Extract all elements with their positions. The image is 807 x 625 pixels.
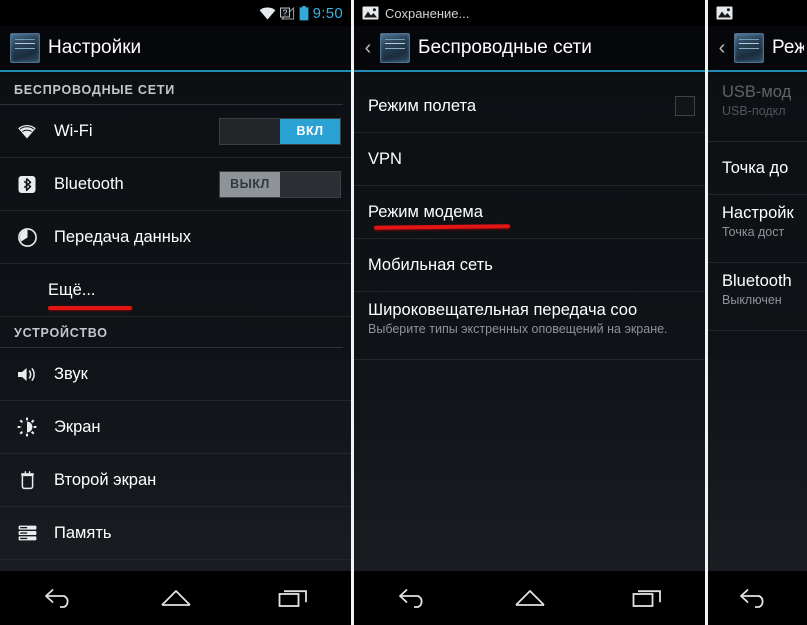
settings-row-label: Широковещательная передача соо Выберите …	[368, 301, 695, 338]
status-bar-notification-text: Сохранение...	[385, 5, 470, 21]
battery-icon	[299, 5, 309, 21]
settings-row-label: Настройк Точка дост	[722, 204, 800, 241]
section-header-wireless: БЕСПРОВОДНЫЕ СЕТИ	[0, 74, 343, 105]
wifi-icon	[259, 7, 276, 20]
navigation-bar[interactable]	[708, 571, 807, 625]
settings-row-bluetooth[interactable]: Bluetooth ВЫКЛ	[0, 158, 351, 211]
second-screen-icon	[14, 470, 40, 490]
back-chevron-icon[interactable]: ‹	[714, 38, 730, 58]
settings-row-wifi[interactable]: Wi-Fi ВКЛ	[0, 105, 351, 158]
red-underline-annotation-more	[48, 306, 132, 310]
settings-row-label: Bluetooth Выключен	[722, 272, 800, 309]
tethering-settings-list[interactable]: USB-мод USB-подкл Точка до Настройк Точк…	[708, 74, 807, 571]
phone-screen-tethering: ‹ Режим USB-мод USB-подкл Точка до Настр…	[705, 0, 807, 625]
status-bar: ? 9:50	[0, 0, 351, 26]
settings-row-label: VPN	[368, 149, 402, 168]
settings-row-label: Режим модема	[368, 202, 483, 221]
recents-icon[interactable]	[619, 578, 675, 618]
settings-row-label: Звук	[54, 364, 88, 383]
settings-row-hotspot-settings[interactable]: Настройк Точка дост	[708, 195, 807, 263]
status-bar-clock: 9:50	[312, 4, 343, 22]
signal-unknown-icon: ?	[279, 6, 295, 20]
settings-row-label: Bluetooth	[54, 174, 124, 193]
settings-row-subtitle: Точка дост	[722, 225, 785, 239]
back-chevron-icon[interactable]: ‹	[360, 38, 376, 58]
settings-row-sound[interactable]: Звук	[0, 348, 351, 401]
back-icon[interactable]	[31, 578, 87, 618]
settings-row-label: Экран	[54, 417, 101, 436]
settings-app-icon	[734, 33, 764, 63]
storage-icon	[14, 525, 40, 541]
bluetooth-toggle-off-label: ВЫКЛ	[220, 171, 280, 197]
action-bar: ‹ Режим	[708, 26, 807, 72]
phone-screen-wireless-networks: Сохранение... ‹ Беспроводные сети Режим …	[351, 0, 705, 625]
settings-row-storage[interactable]: Память	[0, 507, 351, 560]
settings-row-label: Передача данных	[54, 227, 191, 246]
bluetooth-toggle-on-slot	[280, 171, 340, 197]
wifi-toggle[interactable]: ВКЛ	[219, 117, 341, 145]
red-underline-annotation-tethering	[373, 224, 511, 230]
settings-row-battery[interactable]: Батарея	[0, 560, 351, 571]
settings-row-label: Второй экран	[54, 470, 157, 489]
wifi-toggle-off-slot	[220, 118, 280, 144]
recents-icon[interactable]	[265, 578, 321, 618]
settings-row-hotspot[interactable]: Точка до	[708, 142, 807, 195]
data-usage-icon	[14, 227, 40, 247]
wireless-settings-list[interactable]: Режим полета VPN Режим модема Мобильная …	[354, 74, 705, 571]
settings-row-vpn[interactable]: VPN	[354, 133, 705, 186]
settings-app-icon	[10, 33, 40, 63]
home-icon[interactable]	[148, 578, 204, 618]
settings-row-subtitle: Выключен	[722, 293, 782, 307]
settings-row-subtitle: Выберите типы экстренных оповещений на э…	[368, 322, 668, 336]
status-bar-left	[716, 6, 802, 20]
image-saving-icon	[716, 6, 733, 20]
navigation-bar[interactable]	[0, 571, 351, 625]
bluetooth-icon	[14, 175, 40, 194]
svg-text:?: ?	[282, 8, 287, 17]
settings-row-tethering[interactable]: Режим модема	[354, 186, 705, 239]
settings-row-data-usage[interactable]: Передача данных	[0, 211, 351, 264]
home-icon[interactable]	[502, 578, 558, 618]
settings-list[interactable]: БЕСПРОВОДНЫЕ СЕТИ Wi-Fi ВКЛ Bluetooth ВЫ…	[0, 74, 351, 571]
status-bar-right: ? 9:50	[259, 5, 343, 22]
action-bar: ‹ Беспроводные сети	[354, 26, 705, 72]
settings-row-subtitle: USB-подкл	[722, 104, 786, 118]
settings-row-bluetooth-tethering[interactable]: Bluetooth Выключен	[708, 263, 807, 331]
settings-row-label: Wi-Fi	[54, 121, 93, 140]
navigation-bar[interactable]	[354, 571, 705, 625]
status-bar-left: Сохранение...	[362, 6, 697, 21]
settings-row-more[interactable]: Ещё...	[0, 264, 351, 317]
settings-row-mobile-network[interactable]: Мобильная сеть	[354, 239, 705, 292]
page-title: Беспроводные сети	[418, 37, 592, 58]
status-bar: Сохранение...	[354, 0, 705, 26]
settings-row-label: Ещё...	[48, 280, 96, 299]
settings-row-usb-tethering: USB-мод USB-подкл	[708, 74, 807, 142]
phone-screen-settings: ? 9:50 Настройки БЕСПРОВОДНЫЕ СЕТИ Wi-Fi…	[0, 0, 351, 625]
page-title: Настройки	[48, 37, 142, 58]
sound-icon	[14, 366, 40, 383]
image-saving-icon	[362, 6, 379, 20]
status-bar	[708, 0, 807, 26]
settings-row-label: Память	[54, 523, 112, 542]
screenshot-root: ? 9:50 Настройки БЕСПРОВОДНЫЕ СЕТИ Wi-Fi…	[0, 0, 807, 625]
settings-row-label: Мобильная сеть	[368, 255, 493, 274]
settings-row-airplane-mode[interactable]: Режим полета	[354, 80, 705, 133]
settings-row-label: Точка до	[722, 158, 789, 177]
wifi-icon	[14, 124, 40, 139]
back-icon[interactable]	[726, 578, 782, 618]
page-title: Режим	[772, 37, 804, 58]
action-bar: Настройки	[0, 26, 351, 72]
display-icon	[14, 417, 40, 437]
settings-row-display[interactable]: Экран	[0, 401, 351, 454]
back-icon[interactable]	[385, 578, 441, 618]
settings-row-cell-broadcast[interactable]: Широковещательная передача соо Выберите …	[354, 292, 705, 360]
settings-row-label: USB-мод USB-подкл	[722, 83, 800, 120]
bluetooth-toggle[interactable]: ВЫКЛ	[219, 170, 341, 198]
settings-app-icon	[380, 33, 410, 63]
airplane-mode-checkbox[interactable]	[675, 96, 695, 116]
settings-row-label: Режим полета	[368, 96, 477, 115]
settings-row-second-screen[interactable]: Второй экран	[0, 454, 351, 507]
section-header-device: УСТРОЙСТВО	[0, 317, 343, 348]
wifi-toggle-on-label: ВКЛ	[280, 118, 340, 144]
